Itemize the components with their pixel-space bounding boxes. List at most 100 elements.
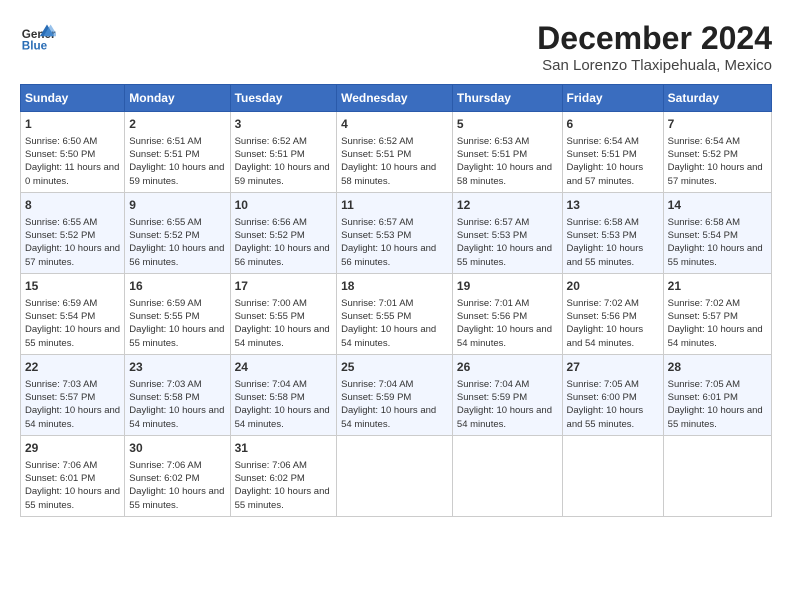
day-number: 23 (129, 359, 225, 376)
sunset-text: Sunset: 5:53 PM (457, 230, 527, 241)
day-number: 15 (25, 278, 120, 295)
daylight-label: Daylight: 10 hours and 54 minutes. (668, 324, 763, 348)
sunrise-text: Sunrise: 7:06 AM (129, 460, 201, 471)
daylight-label: Daylight: 10 hours and 54 minutes. (567, 324, 644, 348)
calendar-cell: 26Sunrise: 7:04 AMSunset: 5:59 PMDayligh… (452, 354, 562, 435)
sunrise-text: Sunrise: 7:05 AM (567, 379, 639, 390)
daylight-label: Daylight: 10 hours and 56 minutes. (235, 243, 330, 267)
day-number: 10 (235, 197, 333, 214)
week-row-5: 29Sunrise: 7:06 AMSunset: 6:01 PMDayligh… (21, 435, 772, 516)
calendar-cell: 9Sunrise: 6:55 AMSunset: 5:52 PMDaylight… (125, 192, 230, 273)
day-number: 31 (235, 440, 333, 457)
sunset-text: Sunset: 6:02 PM (235, 473, 305, 484)
day-number: 20 (567, 278, 659, 295)
sunrise-text: Sunrise: 7:04 AM (457, 379, 529, 390)
day-number: 16 (129, 278, 225, 295)
daylight-label: Daylight: 10 hours and 57 minutes. (567, 162, 644, 186)
daylight-label: Daylight: 10 hours and 57 minutes. (25, 243, 120, 267)
sunrise-text: Sunrise: 6:58 AM (668, 217, 740, 228)
subtitle: San Lorenzo Tlaxipehuala, Mexico (537, 57, 772, 74)
sunrise-text: Sunrise: 6:55 AM (129, 217, 201, 228)
sunset-text: Sunset: 5:54 PM (668, 230, 738, 241)
week-row-1: 1 Sunrise: 6:50 AM Sunset: 5:50 PM Daylight… (21, 112, 772, 193)
daylight-label: Daylight: 10 hours and 54 minutes. (235, 324, 330, 348)
sunrise-text: Sunrise: 6:57 AM (341, 217, 413, 228)
day-number: 26 (457, 359, 558, 376)
calendar-cell: 28Sunrise: 7:05 AMSunset: 6:01 PMDayligh… (663, 354, 771, 435)
calendar-cell: 16Sunrise: 6:59 AMSunset: 5:55 PMDayligh… (125, 273, 230, 354)
main-title: December 2024 (537, 20, 772, 57)
sunrise-text: Sunrise: 6:54 AM (567, 136, 639, 147)
sunset-text: Sunset: 5:57 PM (668, 311, 738, 322)
daylight-label: Daylight: 10 hours and 55 minutes. (129, 486, 224, 510)
sunset-text: Sunset: 5:51 PM (235, 149, 305, 160)
page-header: General Blue December 2024 San Lorenzo T… (20, 20, 772, 74)
sunset-text: Sunset: 5:52 PM (129, 230, 199, 241)
calendar-table: SundayMondayTuesdayWednesdayThursdayFrid… (20, 84, 772, 517)
day-number: 28 (668, 359, 767, 376)
sunrise-text: Sunrise: 7:06 AM (235, 460, 307, 471)
calendar-cell: 30Sunrise: 7:06 AMSunset: 6:02 PMDayligh… (125, 435, 230, 516)
daylight-label: Daylight: 10 hours and 55 minutes. (129, 324, 224, 348)
calendar-cell: 1 Sunrise: 6:50 AM Sunset: 5:50 PM Daylight… (21, 112, 125, 193)
sunrise-text: Sunrise: 7:01 AM (457, 298, 529, 309)
daylight-label: Daylight: 10 hours and 55 minutes. (235, 486, 330, 510)
calendar-cell: 19Sunrise: 7:01 AMSunset: 5:56 PMDayligh… (452, 273, 562, 354)
sunrise-text: Sunrise: 7:04 AM (341, 379, 413, 390)
sunrise-text: Sunrise: 6:50 AM (25, 136, 97, 147)
sunrise-text: Sunrise: 6:54 AM (668, 136, 740, 147)
calendar-cell: 22Sunrise: 7:03 AMSunset: 5:57 PMDayligh… (21, 354, 125, 435)
day-number: 11 (341, 197, 448, 214)
day-number: 22 (25, 359, 120, 376)
sunset-text: Sunset: 5:59 PM (457, 392, 527, 403)
calendar-cell: 20Sunrise: 7:02 AMSunset: 5:56 PMDayligh… (562, 273, 663, 354)
sunrise-text: Sunrise: 6:51 AM (129, 136, 201, 147)
sunset-text: Sunset: 5:55 PM (129, 311, 199, 322)
day-number: 19 (457, 278, 558, 295)
day-header-saturday: Saturday (663, 85, 771, 112)
daylight-label: Daylight: 10 hours and 55 minutes. (668, 243, 763, 267)
calendar-cell: 15Sunrise: 6:59 AMSunset: 5:54 PMDayligh… (21, 273, 125, 354)
day-header-wednesday: Wednesday (337, 85, 453, 112)
day-number: 4 (341, 116, 448, 133)
calendar-cell: 29Sunrise: 7:06 AMSunset: 6:01 PMDayligh… (21, 435, 125, 516)
daylight-label: Daylight: 11 hours and 0 minutes. (25, 162, 119, 186)
daylight-label: Daylight: 10 hours and 54 minutes. (341, 324, 436, 348)
day-number: 14 (668, 197, 767, 214)
calendar-cell (337, 435, 453, 516)
week-row-3: 15Sunrise: 6:59 AMSunset: 5:54 PMDayligh… (21, 273, 772, 354)
day-header-tuesday: Tuesday (230, 85, 337, 112)
sunset-text: Sunset: 5:50 PM (25, 149, 95, 160)
calendar-cell: 23Sunrise: 7:03 AMSunset: 5:58 PMDayligh… (125, 354, 230, 435)
calendar-cell: 18Sunrise: 7:01 AMSunset: 5:55 PMDayligh… (337, 273, 453, 354)
calendar-cell: 10Sunrise: 6:56 AMSunset: 5:52 PMDayligh… (230, 192, 337, 273)
calendar-cell: 8Sunrise: 6:55 AMSunset: 5:52 PMDaylight… (21, 192, 125, 273)
daylight-label: Daylight: 10 hours and 59 minutes. (129, 162, 224, 186)
header-row: SundayMondayTuesdayWednesdayThursdayFrid… (21, 85, 772, 112)
sunset-text: Sunset: 6:01 PM (668, 392, 738, 403)
sunset-text: Sunset: 5:53 PM (341, 230, 411, 241)
sunset-text: Sunset: 5:59 PM (341, 392, 411, 403)
daylight-label: Daylight: 10 hours and 56 minutes. (341, 243, 436, 267)
sunrise-text: Sunrise: 7:02 AM (668, 298, 740, 309)
day-header-thursday: Thursday (452, 85, 562, 112)
calendar-cell: 17Sunrise: 7:00 AMSunset: 5:55 PMDayligh… (230, 273, 337, 354)
day-number: 1 (25, 116, 120, 133)
day-number: 27 (567, 359, 659, 376)
sunrise-text: Sunrise: 6:57 AM (457, 217, 529, 228)
sunset-text: Sunset: 5:52 PM (668, 149, 738, 160)
day-number: 13 (567, 197, 659, 214)
calendar-cell: 2Sunrise: 6:51 AMSunset: 5:51 PMDaylight… (125, 112, 230, 193)
day-number: 18 (341, 278, 448, 295)
logo: General Blue (20, 20, 56, 56)
daylight-label: Daylight: 10 hours and 54 minutes. (457, 324, 552, 348)
sunrise-text: Sunrise: 7:03 AM (129, 379, 201, 390)
daylight-label: Daylight: 10 hours and 55 minutes. (567, 405, 644, 429)
sunset-text: Sunset: 6:02 PM (129, 473, 199, 484)
daylight-label: Daylight: 10 hours and 54 minutes. (341, 405, 436, 429)
sunrise-text: Sunrise: 7:00 AM (235, 298, 307, 309)
day-number: 29 (25, 440, 120, 457)
sunrise-text: Sunrise: 6:52 AM (235, 136, 307, 147)
day-header-sunday: Sunday (21, 85, 125, 112)
calendar-cell: 11 Sunrise: 6:57 AM Sunset: 5:53 PM Dayligh… (337, 192, 453, 273)
